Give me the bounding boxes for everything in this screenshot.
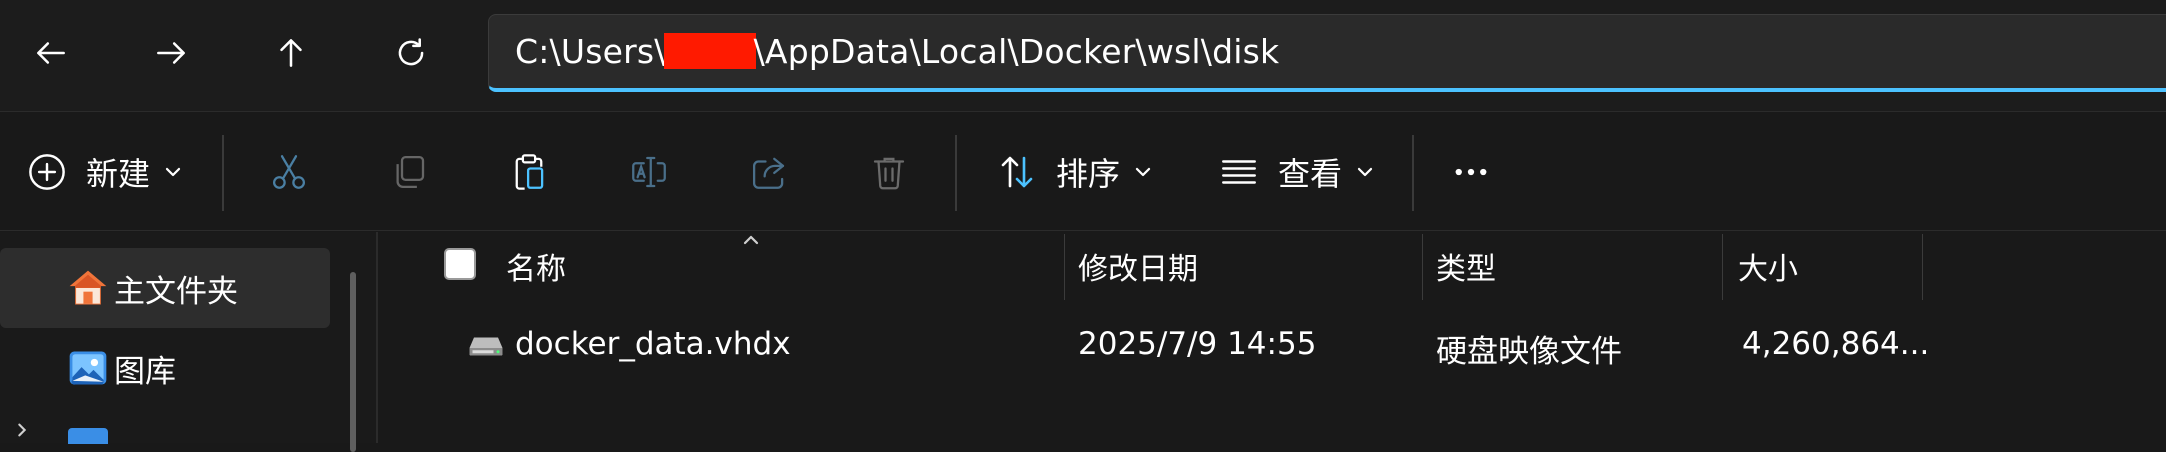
gallery-icon	[69, 351, 107, 385]
command-bar: 新建 排序 查看	[0, 113, 2166, 231]
file-list: 名称 修改日期 类型 大小 docker_data.vhdx 2025/7/9 …	[378, 232, 2166, 443]
paste-button[interactable]	[508, 141, 550, 203]
trash-icon	[873, 157, 905, 190]
arrow-right-icon	[157, 42, 185, 64]
select-all-checkbox[interactable]	[444, 248, 476, 280]
column-header-label: 名称	[506, 252, 566, 287]
file-name[interactable]: docker_data.vhdx	[515, 326, 791, 362]
more-options-button[interactable]	[1450, 141, 1492, 203]
column-divider[interactable]	[1722, 234, 1723, 300]
cut-button[interactable]	[268, 141, 310, 203]
address-path[interactable]: C:\Users\ \AppData\Local\Docker\wsl\disk	[515, 32, 1279, 71]
arrow-left-icon	[37, 42, 65, 64]
up-button[interactable]	[260, 22, 322, 84]
new-button[interactable]: 新建	[26, 141, 182, 203]
sidebar-item-label: 图库	[114, 353, 176, 390]
column-header-label: 修改日期	[1078, 252, 1198, 287]
rename-button[interactable]	[628, 141, 670, 203]
column-header-label: 类型	[1436, 252, 1496, 287]
column-header-label: 大小	[1738, 252, 1798, 287]
refresh-icon	[398, 38, 424, 66]
view-button[interactable]: 查看	[1218, 141, 1374, 203]
chevron-down-icon	[1135, 167, 1151, 177]
new-button-label: 新建	[86, 155, 151, 193]
back-button[interactable]	[20, 22, 82, 84]
sidebar-item-home[interactable]: 主文件夹	[0, 248, 330, 328]
sort-button-label: 排序	[1056, 155, 1121, 193]
table-row[interactable]: docker_data.vhdx 2025/7/9 14:55 硬盘映像文件 4…	[378, 312, 2166, 382]
forward-button[interactable]	[140, 22, 202, 84]
column-header-size[interactable]: 大小	[1738, 232, 1798, 300]
navigation-bar: C:\Users\ \AppData\Local\Docker\wsl\disk	[0, 0, 2166, 112]
column-header-name[interactable]: 名称	[506, 232, 566, 300]
sidebar-scrollbar[interactable]	[350, 272, 356, 452]
sort-button[interactable]: 排序	[996, 141, 1152, 203]
copy-icon	[396, 155, 425, 189]
address-path-suffix: \AppData\Local\Docker\wsl\disk	[753, 32, 1280, 71]
view-button-label: 查看	[1278, 155, 1343, 193]
column-header-modified[interactable]: 修改日期	[1078, 232, 1198, 300]
plus-circle-icon	[29, 154, 65, 190]
expand-chevron-icon[interactable]	[14, 422, 30, 438]
address-path-prefix: C:\Users\	[515, 32, 666, 71]
sidebar-item-gallery[interactable]: 图库	[0, 328, 330, 408]
rename-icon	[632, 156, 666, 188]
sidebar-item-label: 主文件夹	[114, 273, 238, 310]
arrow-up-icon	[280, 39, 302, 67]
column-divider[interactable]	[1064, 234, 1065, 300]
share-icon	[752, 157, 785, 189]
toolbar-separator	[222, 135, 224, 211]
home-icon	[69, 270, 107, 305]
refresh-button[interactable]	[380, 22, 442, 84]
folder-icon	[68, 428, 108, 444]
column-divider[interactable]	[1422, 234, 1423, 300]
column-divider[interactable]	[1922, 234, 1923, 300]
chevron-down-icon	[165, 167, 181, 177]
sort-icon	[1001, 156, 1033, 188]
toolbar-separator	[955, 135, 957, 211]
share-button[interactable]	[748, 141, 790, 203]
sort-ascending-icon	[743, 235, 759, 245]
chevron-down-icon	[1357, 167, 1373, 177]
navigation-pane: 主文件夹 图库	[0, 232, 376, 452]
redacted-username	[663, 33, 756, 69]
clipboard-icon	[515, 154, 544, 190]
file-modified-date: 2025/7/9 14:55	[1078, 326, 1317, 362]
file-type: 硬盘映像文件	[1436, 334, 1622, 370]
list-view-icon	[1222, 160, 1256, 184]
more-horizontal-icon	[1455, 168, 1487, 176]
copy-button[interactable]	[388, 141, 430, 203]
toolbar-separator	[1412, 135, 1414, 211]
delete-button[interactable]	[868, 141, 910, 203]
address-bar[interactable]: C:\Users\ \AppData\Local\Docker\wsl\disk	[488, 14, 2166, 92]
column-header-type[interactable]: 类型	[1436, 232, 1496, 300]
file-size: 4,260,864...	[1742, 326, 1930, 362]
disk-image-icon	[469, 337, 503, 356]
scissors-icon	[272, 155, 306, 189]
